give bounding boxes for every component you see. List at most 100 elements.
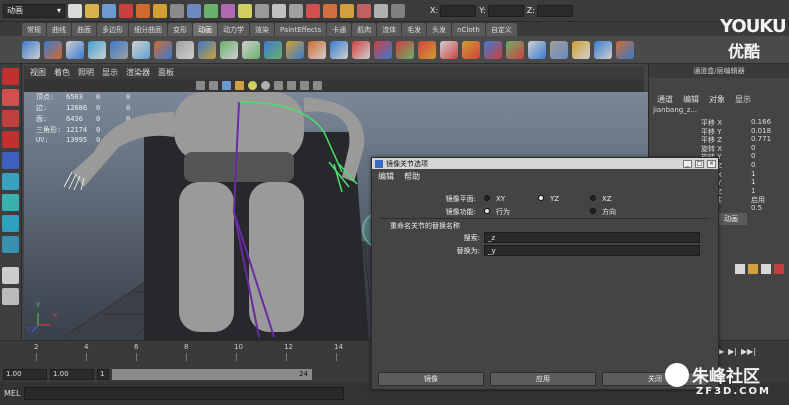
shelf-tab[interactable]: 卡通	[327, 23, 352, 36]
shelf-tab[interactable]: 动力学	[218, 23, 249, 36]
lights-icon[interactable]	[248, 81, 257, 90]
maximize-button[interactable]: □	[695, 159, 704, 168]
dialog-menu-item[interactable]: 编辑	[378, 171, 394, 182]
viewport-menu-item[interactable]: 照明	[78, 67, 94, 78]
shelf-tab[interactable]: 动画	[193, 23, 217, 36]
key-rotate-icon[interactable]	[396, 40, 414, 59]
attribute-row[interactable]: 平移 Y 0.018	[649, 127, 789, 136]
render-settings-icon[interactable]	[357, 3, 371, 18]
ghost-icon[interactable]	[550, 40, 568, 59]
soft-mod-icon[interactable]	[2, 215, 19, 232]
isolate-icon[interactable]	[287, 81, 296, 90]
attribute-value[interactable]: 0	[751, 152, 783, 161]
start-time-field[interactable]: 1.00	[3, 368, 47, 380]
ipr-render-icon[interactable]	[340, 3, 354, 18]
radio-xy[interactable]: XY	[484, 195, 538, 203]
attribute-value[interactable]: 1	[751, 187, 783, 196]
apply-button[interactable]: 应用	[490, 372, 596, 386]
blend-shape-icon[interactable]	[572, 40, 590, 59]
dope-sheet-icon[interactable]	[462, 40, 480, 59]
replace-field[interactable]: _y	[484, 245, 700, 256]
new-scene-icon[interactable]	[68, 3, 82, 18]
coord-y-field[interactable]	[487, 4, 524, 17]
motion-path-icon[interactable]	[506, 40, 524, 59]
viewport-menu-item[interactable]: 显示	[102, 67, 118, 78]
rotate-tool-icon[interactable]	[2, 152, 19, 169]
constraint-aim-icon[interactable]	[242, 40, 260, 59]
history-icon[interactable]	[306, 3, 320, 18]
shelf-tab[interactable]: 变形	[168, 23, 192, 36]
radio-orientation[interactable]: 方向	[590, 207, 616, 217]
smooth-shade-icon[interactable]	[222, 81, 231, 90]
attribute-value[interactable]: 0.5	[751, 204, 783, 213]
viewport-menu-item[interactable]: 面板	[158, 67, 174, 78]
ik-handle-icon[interactable]	[44, 40, 62, 59]
mask-icon-5[interactable]	[238, 3, 252, 18]
rigid-bind-icon[interactable]	[110, 40, 128, 59]
select-tool-icon[interactable]	[2, 68, 19, 85]
graph-editor-icon[interactable]	[440, 40, 458, 59]
mask-icon-4[interactable]	[221, 3, 235, 18]
close-button[interactable]: ×	[707, 159, 716, 168]
attribute-value[interactable]: 0.166	[751, 118, 783, 127]
shelf-tab[interactable]: 常规	[22, 23, 46, 36]
hud-icon[interactable]	[313, 81, 322, 90]
extra-tool-icon[interactable]	[616, 40, 634, 59]
paint-select-icon[interactable]	[2, 110, 19, 127]
attribute-value[interactable]: 1	[751, 178, 783, 187]
attribute-value[interactable]: 0.771	[751, 135, 783, 144]
playback-start-field[interactable]: 1.00	[50, 368, 94, 380]
save-scene-icon[interactable]	[102, 3, 116, 18]
channel-box-menu-item[interactable]: 显示	[735, 94, 751, 105]
last-tool-icon[interactable]	[2, 236, 19, 253]
textured-icon[interactable]	[235, 81, 244, 90]
input-line-icon[interactable]	[391, 3, 405, 18]
viewport-menu-item[interactable]: 着色	[54, 67, 70, 78]
minimize-button[interactable]: _	[683, 159, 692, 168]
shelf-tab[interactable]: 毛发	[402, 23, 427, 36]
layout-four-icon[interactable]	[2, 288, 19, 305]
wireframe-icon[interactable]	[209, 81, 218, 90]
constraint-scale-icon[interactable]	[286, 40, 304, 59]
layout-single-icon[interactable]	[2, 267, 19, 284]
coord-z-field[interactable]	[536, 4, 573, 17]
shelf-tab[interactable]: 自定义	[485, 23, 517, 36]
move-tool-icon[interactable]	[2, 131, 19, 148]
open-scene-icon[interactable]	[85, 3, 99, 18]
shelf-tab[interactable]: 头发	[427, 23, 452, 36]
step-forward-icon[interactable]: ▶|	[728, 347, 737, 356]
command-input[interactable]	[24, 387, 345, 400]
channel-box-menu-item[interactable]: 编辑	[683, 94, 699, 105]
lattice-icon[interactable]	[176, 40, 194, 59]
select-object-icon[interactable]	[136, 3, 150, 18]
snap-grid-icon[interactable]	[255, 3, 269, 18]
constraint-parent-icon[interactable]	[308, 40, 326, 59]
select-component-icon[interactable]	[153, 3, 167, 18]
paint-weights-icon[interactable]	[132, 40, 150, 59]
shelf-tab[interactable]: PaintEffects	[275, 23, 327, 36]
bind-skin-icon[interactable]	[88, 40, 106, 59]
manipulator-tool-icon[interactable]	[2, 194, 19, 211]
shelf-tab[interactable]: 曲面	[72, 23, 96, 36]
ik-spline-icon[interactable]	[66, 40, 84, 59]
trax-editor-icon[interactable]	[484, 40, 502, 59]
grid-icon[interactable]	[300, 81, 309, 90]
attribute-value[interactable]: 启用	[751, 195, 783, 204]
constraint-point-icon[interactable]	[220, 40, 238, 59]
render-icon[interactable]	[323, 3, 337, 18]
shelf-tab[interactable]: nCloth	[452, 23, 485, 36]
channel-box-menu-item[interactable]: 对象	[709, 94, 725, 105]
key-scale-icon[interactable]	[418, 40, 436, 59]
mask-icon-3[interactable]	[204, 3, 218, 18]
shelf-tab[interactable]: 肌肉	[352, 23, 377, 36]
select-hierarchy-icon[interactable]	[119, 3, 133, 18]
joint-tool-icon[interactable]	[22, 40, 40, 59]
shelf-tab[interactable]: 多边形	[97, 23, 128, 36]
playblast-icon[interactable]	[528, 40, 546, 59]
layer-button-icon[interactable]	[774, 264, 784, 274]
go-to-end-icon[interactable]: ▶▶|	[741, 347, 756, 356]
wrap-icon[interactable]	[198, 40, 216, 59]
camera-icon[interactable]	[196, 81, 205, 90]
snap-point-icon[interactable]	[289, 3, 303, 18]
scale-tool-icon[interactable]	[2, 173, 19, 190]
